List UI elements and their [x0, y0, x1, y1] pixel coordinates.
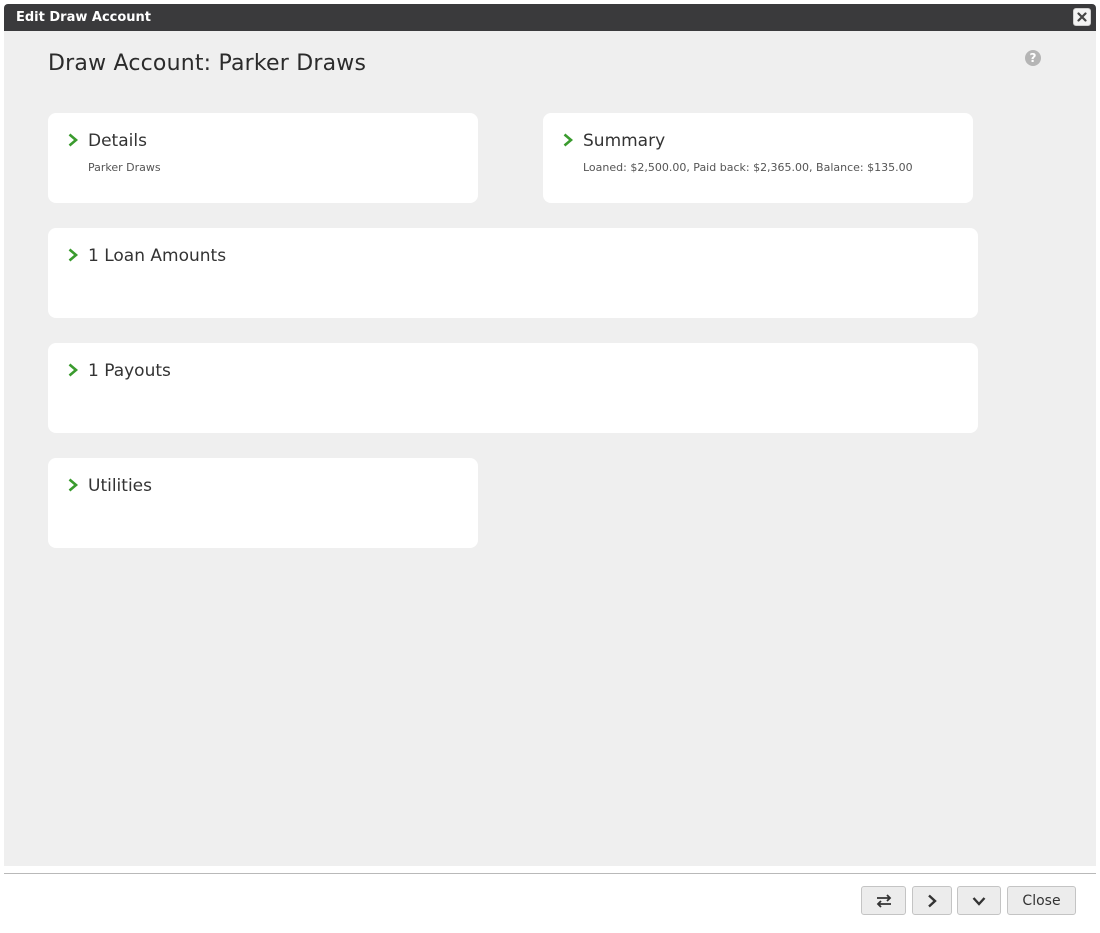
details-panel: Details Parker Draws	[48, 113, 478, 203]
loan-amounts-panel: 1 Loan Amounts	[48, 228, 978, 318]
chevron-right-icon[interactable]	[67, 363, 79, 377]
payouts-panel: 1 Payouts	[48, 343, 978, 433]
chevron-right-icon[interactable]	[562, 133, 574, 147]
summary-panel: Summary Loaned: $2,500.00, Paid back: $2…	[543, 113, 973, 203]
dialog-close-button[interactable]	[1073, 8, 1091, 26]
svg-text:?: ?	[1030, 51, 1037, 65]
utilities-panel-title[interactable]: Utilities	[88, 476, 152, 496]
summary-panel-subtitle: Loaned: $2,500.00, Paid back: $2,365.00,…	[583, 161, 913, 174]
chevron-down-icon	[972, 897, 986, 906]
loan-amounts-panel-title[interactable]: 1 Loan Amounts	[88, 246, 226, 266]
close-icon	[1077, 12, 1087, 22]
next-button[interactable]	[912, 886, 952, 915]
swap-button[interactable]	[861, 886, 906, 915]
dialog-footer: Close	[4, 874, 1096, 933]
payouts-panel-title[interactable]: 1 Payouts	[88, 361, 171, 381]
chevron-right-icon	[928, 894, 937, 908]
edit-draw-account-dialog: Edit Draw Account Draw Account: Parker D…	[0, 0, 1100, 933]
close-button[interactable]: Close	[1007, 886, 1076, 915]
page-title: Draw Account: Parker Draws	[48, 51, 367, 76]
details-panel-title[interactable]: Details	[88, 131, 147, 151]
dialog-title: Edit Draw Account	[16, 10, 152, 25]
chevron-right-icon[interactable]	[67, 478, 79, 492]
dialog-content: Draw Account: Parker Draws ? Details Par…	[4, 31, 1096, 866]
swap-arrows-icon	[876, 894, 892, 908]
close-button-label: Close	[1022, 893, 1061, 909]
details-panel-subtitle: Parker Draws	[88, 161, 161, 174]
summary-panel-title[interactable]: Summary	[583, 131, 665, 151]
utilities-panel: Utilities	[48, 458, 478, 548]
dialog-titlebar: Edit Draw Account	[4, 4, 1096, 31]
expand-down-button[interactable]	[957, 886, 1001, 915]
chevron-right-icon[interactable]	[67, 133, 79, 147]
chevron-right-icon[interactable]	[67, 248, 79, 262]
help-icon[interactable]: ?	[1024, 49, 1042, 67]
